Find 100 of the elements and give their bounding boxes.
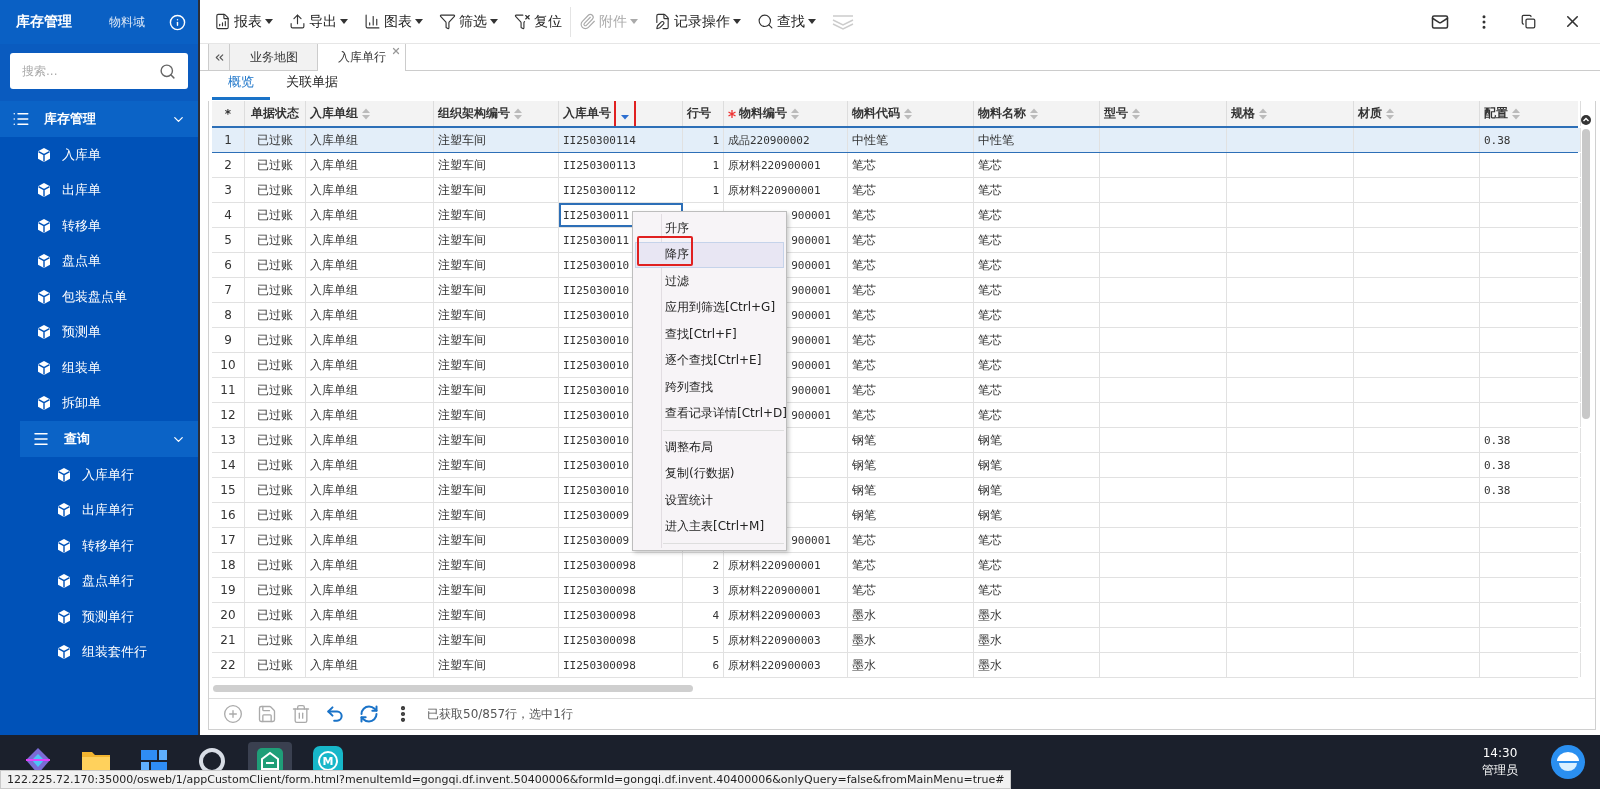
table-cell: 注塑车间 (434, 503, 559, 527)
menu-group[interactable]: 库存管理 (0, 101, 198, 137)
menu-item[interactable]: 出库单行 (82, 501, 134, 520)
menu-item[interactable]: 入库单 (62, 145, 101, 164)
table-cell: 注塑车间 (434, 603, 559, 627)
cube-icon (56, 502, 72, 519)
header-label: 型号 (1104, 105, 1128, 122)
table-cell: 入库单组 (306, 303, 434, 327)
toolbar-button[interactable]: 复位 (506, 6, 571, 37)
table-cell: 入库单组 (306, 128, 434, 152)
column-header[interactable]: 组织架构编号 (434, 101, 559, 126)
scrollbar-thumb[interactable] (1582, 129, 1590, 419)
table-cell: 墨水 (848, 653, 974, 677)
row-number: 20 (212, 603, 245, 627)
tab[interactable]: 入库单行 (318, 44, 406, 71)
table-cell: 注塑车间 (434, 328, 559, 352)
column-header[interactable]: 配置 (1480, 101, 1581, 126)
refresh-icon[interactable] (359, 704, 379, 724)
table-cell: 注塑车间 (434, 278, 559, 302)
table-cell: 1 (683, 128, 724, 152)
menu-item[interactable]: 组装套件行 (82, 643, 147, 662)
column-header[interactable]: 材质 (1354, 101, 1480, 126)
header-label: 组织架构编号 (438, 105, 510, 122)
column-header[interactable]: 物料名称 (974, 101, 1100, 126)
table-cell: 笔芯 (974, 203, 1100, 227)
menu-item[interactable]: 入库单行 (82, 465, 134, 484)
tab[interactable]: 业务地图 (230, 44, 318, 70)
menu-item[interactable]: 转移单行 (82, 536, 134, 555)
clock[interactable]: 14:30 管理员 (1482, 745, 1518, 779)
table-cell: 钢笔 (848, 478, 974, 502)
menu-item[interactable]: 盘点单行 (82, 572, 134, 591)
toolbar-button[interactable]: 查找 (749, 6, 824, 37)
row-number: 6 (212, 253, 245, 277)
table-cell: 原材料220900003 (724, 628, 848, 652)
menu-group[interactable]: 查询 (20, 421, 198, 457)
menu-item[interactable]: 拆卸单 (62, 394, 101, 413)
table-cell: 笔芯 (848, 378, 974, 402)
menu-item[interactable]: 盘点单 (62, 252, 101, 271)
table-cell: 入库单组 (306, 453, 434, 477)
table-cell: 笔芯 (848, 328, 974, 352)
table-cell: 注塑车间 (434, 553, 559, 577)
table-cell: 中性笔 (974, 128, 1100, 152)
table-cell: 1 (683, 178, 724, 202)
table-cell: 入库单组 (306, 153, 434, 177)
column-header[interactable]: 型号 (1100, 101, 1227, 126)
column-header[interactable]: 物料编号 (724, 101, 848, 126)
table-cell: 注塑车间 (434, 228, 559, 252)
cube-icon (36, 324, 52, 341)
menu-item[interactable]: 降序 (635, 241, 784, 268)
mail-icon[interactable] (1431, 12, 1449, 31)
scroll-up-icon[interactable] (1581, 115, 1591, 125)
undo-icon[interactable] (325, 704, 345, 724)
column-header[interactable]: 物料代码 (848, 101, 974, 126)
menu-item[interactable]: 包装盘点单 (62, 287, 127, 306)
menu-item[interactable]: 预测单行 (82, 607, 134, 626)
paperclip-icon (579, 13, 596, 30)
table-cell: 墨水 (974, 653, 1100, 677)
caret-icon (630, 19, 638, 24)
table-cell: 笔芯 (974, 378, 1100, 402)
tab[interactable]: 关联单据 (270, 73, 354, 100)
scrollbar-thumb[interactable] (213, 684, 693, 692)
table-cell: 注塑车间 (434, 203, 559, 227)
table-cell: 笔芯 (848, 228, 974, 252)
search-icon[interactable] (159, 63, 176, 80)
table-cell: 笔芯 (974, 578, 1100, 602)
toolbar-button[interactable]: 报表 (206, 6, 281, 37)
table-cell: 已过账 (245, 278, 306, 302)
table-cell: II250300098 (559, 653, 683, 677)
table-cell: 入库单组 (306, 328, 434, 352)
info-icon[interactable] (169, 13, 186, 31)
table-cell: 笔芯 (848, 153, 974, 177)
toolbar-button[interactable]: 导出 (281, 6, 356, 37)
header-label: 行号 (687, 105, 711, 122)
toolbar-button[interactable]: 记录操作 (646, 6, 749, 37)
column-header[interactable]: 入库单组 (306, 101, 434, 126)
table-cell: 注塑车间 (434, 178, 559, 202)
table-cell: 原材料220900001 (724, 578, 848, 602)
table-cell: 注塑车间 (434, 253, 559, 277)
header-label: 单据状态 (251, 105, 299, 122)
row-number: 11 (212, 378, 245, 402)
table-cell: 笔芯 (848, 203, 974, 227)
restore-icon[interactable] (1520, 14, 1536, 29)
menu-item[interactable]: 转移单 (62, 216, 101, 235)
table-cell: 笔芯 (974, 253, 1100, 277)
domain-link[interactable]: 物料域 (109, 13, 145, 31)
menu-item[interactable]: 预测单 (62, 323, 101, 342)
table-cell: 已过账 (245, 178, 306, 202)
table-cell: II250300113 (559, 153, 683, 177)
table-cell: 笔芯 (974, 153, 1100, 177)
table-cell: 笔芯 (848, 303, 974, 327)
table-cell: 已过账 (245, 153, 306, 177)
toolbar-button[interactable]: 筛选 (431, 6, 506, 37)
table-cell: 已过账 (245, 328, 306, 352)
table-cell: 6 (683, 653, 724, 677)
column-header[interactable]: 规格 (1227, 101, 1354, 126)
avatar-icon[interactable] (1550, 744, 1586, 780)
menu-item[interactable]: 出库单 (62, 181, 101, 200)
toolbar-button[interactable]: 图表 (356, 6, 431, 37)
search-field[interactable]: 搜索... (10, 53, 188, 89)
menu-item[interactable]: 组装单 (62, 358, 101, 377)
